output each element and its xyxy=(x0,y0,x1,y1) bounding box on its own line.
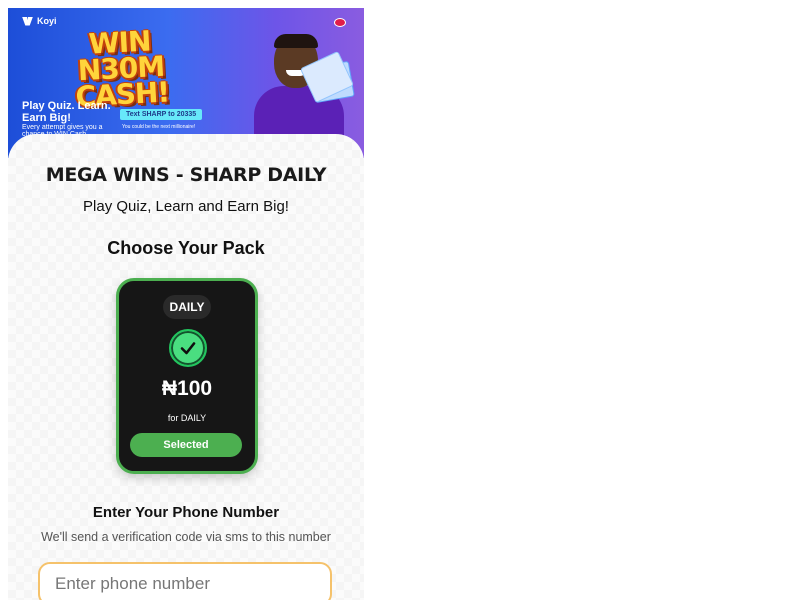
page-title: MEGA WINS - SHARP DAILY xyxy=(45,164,327,186)
flag-icon xyxy=(334,18,346,27)
phone-help-text: We'll send a verification code via sms t… xyxy=(41,530,331,544)
phone-heading: Enter Your Phone Number xyxy=(92,504,280,521)
banner-headline: WIN N30M CASH! xyxy=(74,24,170,114)
page-subtitle: Play Quiz, Learn and Earn Big! xyxy=(83,198,289,215)
pack-period: for DAILY xyxy=(167,413,207,423)
mobile-page: Koyi WIN N30M CASH! Play Quiz. Learn. Ea… xyxy=(8,8,364,600)
banner-tagline: Play Quiz. Learn. Earn Big! xyxy=(22,100,111,124)
brand-logo-icon xyxy=(22,16,33,26)
sms-cta: Text SHARP to 20335 xyxy=(120,109,203,120)
brand-logo: Koyi xyxy=(22,16,57,26)
choose-pack-heading: Choose Your Pack xyxy=(107,238,265,258)
phone-number-input[interactable] xyxy=(38,562,332,600)
pack-price: ₦100 xyxy=(161,377,213,400)
sms-subtext: You could be the next millionaire! xyxy=(122,124,196,130)
pack-label: DAILY xyxy=(163,295,211,319)
check-icon xyxy=(169,329,207,367)
selected-button[interactable]: Selected xyxy=(130,433,242,457)
pack-card-daily[interactable]: DAILY ₦100 for DAILY Selected xyxy=(116,278,258,474)
content-card: MEGA WINS - SHARP DAILY Play Quiz, Learn… xyxy=(8,134,364,600)
brand-name: Koyi xyxy=(37,16,57,26)
